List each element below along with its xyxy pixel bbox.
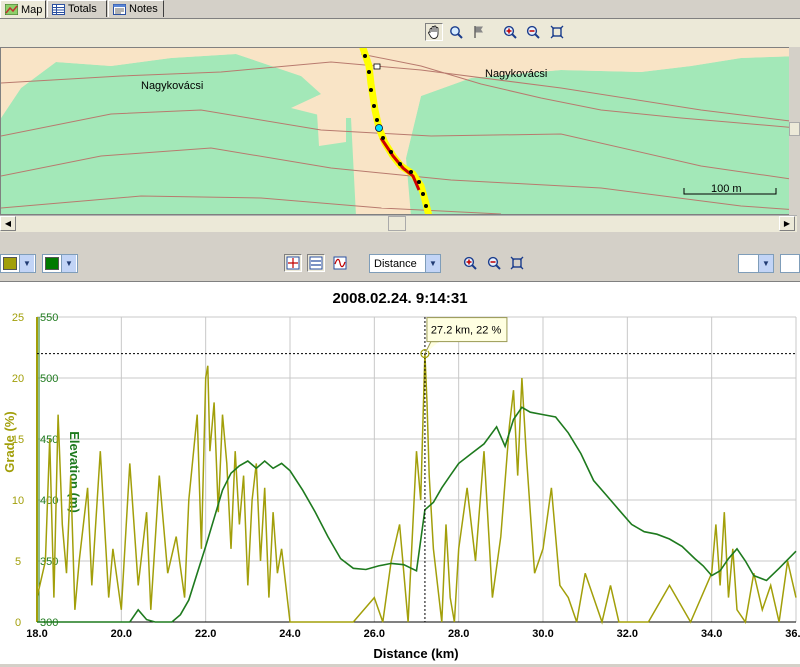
tooltip-pointer	[424, 341, 439, 354]
x-tick-label: 32.0	[617, 628, 638, 640]
tab-map-label: Map	[21, 3, 43, 16]
smooth-curve-button[interactable]	[331, 254, 349, 272]
x-tick-label: 24.0	[279, 628, 300, 640]
x-tick-label: 20.0	[111, 628, 132, 640]
zoom-fit-icon	[510, 256, 524, 270]
waypoint-marker	[373, 63, 381, 70]
chart-zoom-fit-button[interactable]	[508, 254, 526, 272]
cursor-tooltip-text: 27.2 km, 22 %	[431, 325, 502, 337]
elevation-tick-label: 300	[40, 617, 58, 629]
map-icon	[4, 3, 19, 16]
tab-totals[interactable]: Totals	[47, 0, 107, 17]
x-tick-label: 18.0	[26, 628, 47, 640]
chevron-down-icon: ▼	[61, 255, 76, 272]
crosshair-icon	[286, 256, 300, 270]
elevation-series-line	[37, 406, 797, 623]
pane-splitter[interactable]	[0, 232, 800, 251]
zoom-fit-icon	[550, 25, 564, 39]
crosshair-button[interactable]	[284, 254, 302, 272]
place-label: Nagykovácsi	[485, 68, 548, 80]
chevron-down-icon: ▼	[758, 255, 773, 272]
chart-option-select[interactable]: ▼	[738, 254, 774, 273]
grade-color-swatch	[3, 257, 17, 270]
x-axis-select[interactable]: Distance ▼	[369, 254, 441, 273]
grade-tick-label: 25	[12, 312, 24, 324]
map-horizontal-scrollbar[interactable]: ◀ ▶	[0, 215, 797, 232]
cursor-marker	[375, 124, 383, 132]
grade-axis-label: Grade (%)	[2, 411, 17, 472]
magnifier-icon	[450, 26, 463, 39]
chart-title: 2008.02.24. 9:14:31	[332, 290, 467, 307]
zoom-in-icon	[463, 256, 477, 270]
tab-map[interactable]: Map	[0, 0, 46, 18]
zoom-out-icon	[526, 25, 540, 39]
chart-panel[interactable]: 2008.02.24. 9:14:31 18.0 20.0 22.0 24.0 26.0 2…	[0, 282, 800, 664]
grade-tick-label: 0	[15, 617, 21, 629]
x-tick-label: 30.0	[532, 628, 553, 640]
chart-zoom-in-button[interactable]	[461, 254, 479, 272]
zoom-in-icon	[503, 25, 517, 39]
chart-option-select-2[interactable]	[780, 254, 800, 273]
vertical-scroll-thumb[interactable]	[789, 122, 800, 136]
elevation-tick-label: 550	[40, 312, 58, 324]
chevron-down-icon: ▼	[425, 255, 440, 272]
x-tick-label: 28.0	[448, 628, 469, 640]
grade-tick-label: 10	[12, 495, 24, 507]
chart-zoom-out-button[interactable]	[485, 254, 503, 272]
map-canvas	[1, 48, 796, 214]
tab-bar: Map Totals Notes	[0, 0, 800, 19]
zoom-fit-button[interactable]	[548, 23, 566, 41]
elevation-color-swatch	[45, 257, 59, 270]
scale-label: 100 m	[711, 183, 742, 195]
zoom-in-button[interactable]	[501, 23, 519, 41]
chevron-down-icon: ▼	[19, 255, 34, 272]
zoom-out-button[interactable]	[524, 23, 542, 41]
elevation-color-picker[interactable]: ▼	[42, 254, 78, 273]
wave-icon	[333, 256, 347, 270]
scroll-right-button[interactable]: ▶	[779, 216, 795, 231]
grade-tick-label: 20	[12, 373, 24, 385]
x-axis-select-value: Distance	[374, 257, 417, 270]
chart-canvas: 2008.02.24. 9:14:31 18.0 20.0 22.0 24.0 26.0 2…	[2, 290, 800, 661]
map-vertical-scrollbar[interactable]	[789, 47, 800, 215]
grade-tick-label: 5	[15, 556, 21, 568]
place-label: Nagykovácsi	[141, 80, 204, 92]
map-toolbar	[0, 19, 800, 47]
select-zoom-button[interactable]	[447, 23, 465, 41]
tab-notes[interactable]: Notes	[108, 0, 164, 17]
horizontal-lines-icon	[309, 256, 323, 270]
flag-icon	[474, 26, 483, 38]
grade-color-picker[interactable]: ▼	[0, 254, 36, 273]
grade-series-line	[36, 353, 797, 625]
x-tick-label: 26.0	[364, 628, 385, 640]
forest-area	[1, 54, 356, 214]
map-view[interactable]: Nagykovácsi Nagykovácsi 100 m	[0, 47, 797, 215]
x-tick-label: 36.0	[785, 628, 800, 640]
elevation-tick-label: 500	[40, 373, 58, 385]
notes-icon	[113, 3, 126, 15]
elevation-tick-label: 350	[40, 556, 58, 568]
tab-notes-label: Notes	[129, 3, 158, 15]
scroll-left-button[interactable]: ◀	[0, 216, 16, 231]
horizontal-scroll-thumb[interactable]	[388, 216, 406, 231]
table-icon	[52, 3, 65, 15]
pan-hand-button[interactable]	[425, 23, 443, 41]
flag-button[interactable]	[470, 23, 488, 41]
tab-totals-label: Totals	[68, 3, 97, 15]
hand-icon	[428, 25, 439, 39]
x-axis-label: Distance (km)	[373, 646, 458, 661]
x-tick-label: 34.0	[701, 628, 722, 640]
zoom-out-icon	[487, 256, 501, 270]
grid-lines-button[interactable]	[307, 254, 325, 272]
x-tick-label: 22.0	[195, 628, 216, 640]
